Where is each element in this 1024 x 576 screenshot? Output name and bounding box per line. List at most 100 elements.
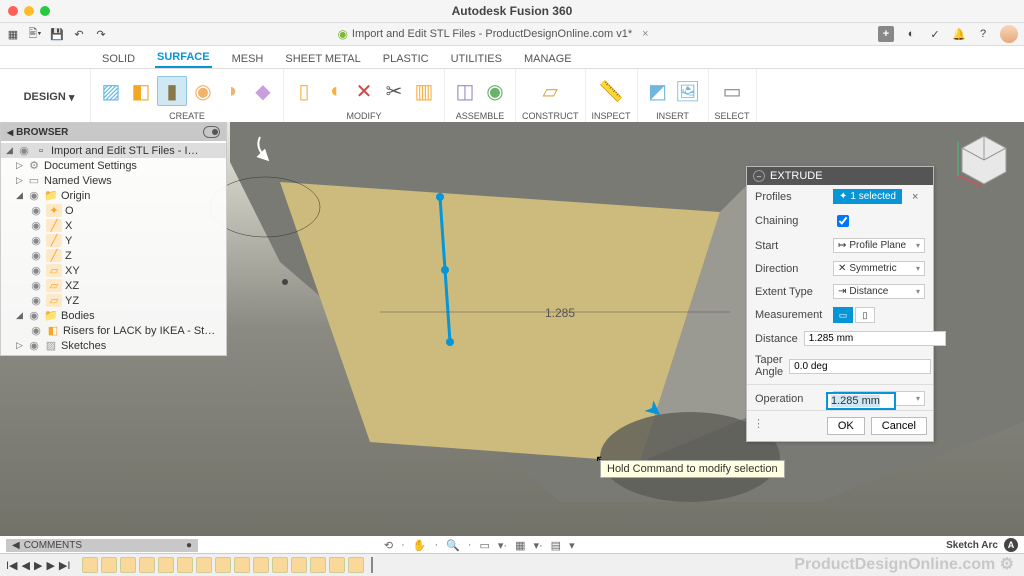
tree-origin-xz[interactable]: ◉▱XZ (1, 278, 226, 293)
comments-toggle[interactable]: ◀ COMMENTS● (6, 539, 198, 552)
dimension-label: 1.285 (545, 306, 575, 320)
new-component-icon[interactable]: ◫ (451, 77, 479, 105)
extent-select[interactable]: ⇥ Distance (833, 284, 925, 299)
tree-origin-x[interactable]: ◉╱X (1, 218, 226, 233)
trim-icon[interactable]: ✕ (350, 77, 378, 105)
timeline-play-icon[interactable]: ▶ (34, 559, 42, 572)
quick-access-toolbar: ▦ 🖹▾ 💾 ↶ ↷ ◉ Import and Edit STL Files -… (0, 23, 1024, 46)
tab-mesh[interactable]: MESH (230, 50, 266, 68)
workspace-selector[interactable]: DESIGN ▾ (8, 69, 91, 125)
app-title: Autodesk Fusion 360 (0, 4, 1024, 18)
undo-icon[interactable]: ↶ (72, 27, 86, 41)
tree-origin-o[interactable]: ◉✦O (1, 203, 226, 218)
file-menu-icon[interactable]: 🖹▾ (28, 27, 42, 41)
tree-body-item[interactable]: ◉◧Risers for LACK by IKEA - St… (1, 323, 226, 338)
grid-icon[interactable]: ▤ (551, 539, 561, 552)
redo-icon[interactable]: ↷ (94, 27, 108, 41)
notifications-icon[interactable]: 🔔 (952, 27, 966, 41)
tree-origin-xy[interactable]: ◉▱XY (1, 263, 226, 278)
extrude-icon[interactable]: ▮ (157, 76, 187, 106)
job-status-icon[interactable]: ✓ (928, 27, 942, 41)
press-pull-icon[interactable]: ▯ (290, 77, 318, 105)
browser-header[interactable]: ◀ BROWSER (1, 123, 226, 141)
ok-button[interactable]: OK (827, 417, 865, 435)
data-panel-icon[interactable]: ▦ (6, 27, 20, 41)
viewport[interactable]: 1.285 ➤ ↖ Hold Command to modify selecti… (0, 122, 1024, 536)
direction-select[interactable]: ✕ Symmetric (833, 261, 925, 276)
tree-origin[interactable]: ◢◉📁Origin (1, 188, 226, 203)
create-sketch-icon[interactable]: ▨ (97, 77, 125, 105)
tab-surface[interactable]: SURFACE (155, 48, 212, 68)
fit-icon[interactable]: ▭ (479, 539, 489, 552)
sweep-icon[interactable]: ◗ (219, 77, 247, 105)
stitch-icon[interactable]: ▥ (410, 77, 438, 105)
insert-derive-icon[interactable]: ◩ (644, 77, 672, 105)
tab-plastic[interactable]: PLASTIC (381, 50, 431, 68)
timeline-end-icon[interactable]: ▶I (59, 559, 71, 572)
dialog-options-icon[interactable]: ⋮ (753, 417, 764, 435)
fillet-icon[interactable]: ◖ (320, 77, 348, 105)
browser-tree: ◢◉▫Import and Edit STL Files - I… ▷⚙Docu… (1, 141, 226, 355)
navigation-toolbar: ⟲· ✋· 🔍· ▭▾· ▦▾· ▤▾ (384, 539, 575, 552)
comments-bar: ◀ COMMENTS● ⟲· ✋· 🔍· ▭▾· ▦▾· ▤▾ Sketch A… (0, 536, 1024, 554)
tab-manage[interactable]: MANAGE (522, 50, 574, 68)
clear-selection-icon[interactable]: × (912, 191, 918, 203)
ribbon-toolbar: DESIGN ▾ ▨ ◧ ▮ ◉ ◗ ◆ CREATE ▯ ◖ ✕ ✂ ▥ MO… (0, 69, 1024, 126)
tree-named-views[interactable]: ▷▭Named Views (1, 173, 226, 188)
joint-icon[interactable]: ◉ (481, 77, 509, 105)
document-title: Import and Edit STL Files - ProductDesig… (352, 28, 632, 40)
tree-origin-y[interactable]: ◉╱Y (1, 233, 226, 248)
user-avatar[interactable] (1000, 25, 1018, 43)
tab-utilities[interactable]: UTILITIES (449, 50, 504, 68)
revolve-icon[interactable]: ◉ (189, 77, 217, 105)
browser-toggle-icon[interactable] (203, 126, 220, 138)
create-form-icon[interactable]: ◧ (127, 77, 155, 105)
view-cube[interactable] (954, 128, 1014, 188)
display-icon[interactable]: ▦ (515, 539, 525, 552)
new-design-icon[interactable]: + (878, 26, 894, 42)
timeline-start-icon[interactable]: I◀ (6, 559, 18, 572)
help-icon[interactable]: ? (976, 27, 990, 41)
dialog-collapse-icon[interactable]: – (753, 170, 765, 182)
orbit-icon[interactable]: ⟲ (384, 539, 393, 552)
status-text: Sketch Arc (946, 540, 998, 551)
tree-bodies[interactable]: ◢◉📁Bodies (1, 308, 226, 323)
construct-plane-icon[interactable]: ▱ (536, 77, 564, 105)
tab-sheet-metal[interactable]: SHEET METAL (283, 50, 362, 68)
taper-input[interactable] (789, 359, 931, 374)
insert-canvas-icon[interactable]: 🖼 (674, 77, 702, 105)
workspace-tabs: SOLID SURFACE MESH SHEET METAL PLASTIC U… (0, 46, 1024, 69)
timeline-op[interactable] (82, 557, 98, 573)
timeline-back-icon[interactable]: ◀ (22, 559, 30, 572)
timeline-fwd-icon[interactable]: ▶ (46, 559, 54, 572)
save-icon[interactable]: 💾 (50, 27, 64, 41)
tree-document-settings[interactable]: ▷⚙Document Settings (1, 158, 226, 173)
ribbon-group-construct: ▱ CONSTRUCT (516, 69, 586, 125)
pan-icon[interactable]: ✋ (413, 539, 427, 552)
close-tab-icon[interactable]: × (642, 28, 648, 40)
tab-solid[interactable]: SOLID (100, 50, 137, 68)
select-icon[interactable]: ▭ (718, 77, 746, 105)
scissors-icon[interactable]: ✂ (380, 77, 408, 105)
document-tab[interactable]: ◉ Import and Edit STL Files - ProductDes… (337, 27, 648, 41)
tree-origin-yz[interactable]: ◉▱YZ (1, 293, 226, 308)
timeline: I◀ ◀ ▶ ▶ ▶I ProductDesignOnline.com ⚙ (0, 553, 1024, 576)
status-badge: A (1004, 538, 1018, 552)
floating-dimension-input[interactable]: 1.285 mm (826, 392, 896, 410)
zoom-icon[interactable]: 🔍 (446, 539, 460, 552)
extensions-icon[interactable]: ◐ (904, 27, 918, 41)
tree-root[interactable]: ◢◉▫Import and Edit STL Files - I… (1, 143, 226, 158)
start-select[interactable]: ↦ Profile Plane (833, 238, 925, 253)
timeline-marker[interactable] (371, 557, 373, 573)
distance-input[interactable] (804, 331, 946, 346)
tree-origin-z[interactable]: ◉╱Z (1, 248, 226, 263)
profiles-selection[interactable]: ✦ 1 selected (833, 189, 902, 204)
tree-sketches[interactable]: ▷◉▨Sketches (1, 338, 226, 353)
dialog-header[interactable]: –EXTRUDE (747, 167, 933, 185)
measurement-toggle[interactable]: ▭▯ (833, 307, 875, 323)
chaining-checkbox[interactable] (837, 215, 849, 227)
fusion-doc-icon: ◉ (337, 27, 347, 41)
loft-icon[interactable]: ◆ (249, 77, 277, 105)
measure-icon[interactable]: 📏 (597, 77, 625, 105)
cancel-button[interactable]: Cancel (871, 417, 927, 435)
